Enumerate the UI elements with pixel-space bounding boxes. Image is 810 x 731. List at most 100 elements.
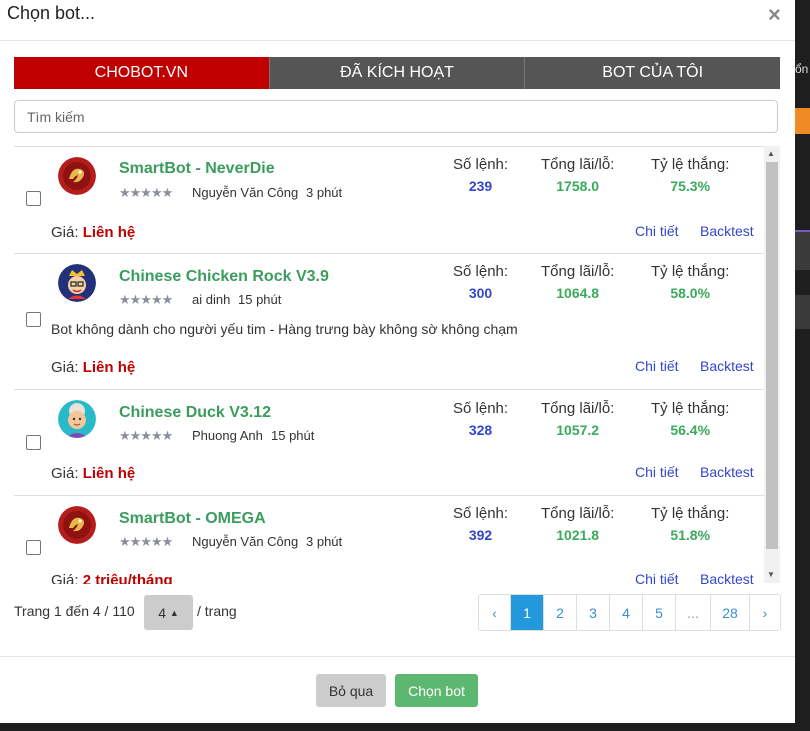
bot-price: Giá: Liên hệ: [51, 465, 135, 482]
bot-list-item[interactable]: SmartBot - NeverDie ★★★★★ Nguyễn Văn Côn…: [14, 147, 766, 254]
page-button[interactable]: 2: [543, 595, 576, 630]
background-orange-bar: [795, 108, 810, 134]
rating-stars: ★★★★★: [119, 185, 173, 200]
stat-winrate-value: 75.3%: [670, 178, 711, 194]
skip-button[interactable]: Bỏ qua: [316, 674, 386, 707]
backtest-link[interactable]: Backtest: [700, 358, 754, 374]
list-scrollbar[interactable]: ▲ ▼: [764, 146, 780, 583]
stat-winrate: Tỷ lệ thắng: 75.3%: [651, 156, 729, 194]
stat-orders-value: 392: [468, 527, 493, 543]
price-label: Giá:: [51, 359, 79, 376]
dragon-avatar: [58, 157, 96, 195]
close-icon[interactable]: ×: [768, 2, 781, 28]
search-input[interactable]: [14, 100, 778, 133]
backtest-link[interactable]: Backtest: [700, 571, 754, 584]
bot-list-item[interactable]: SmartBot - OMEGA ★★★★★ Nguyễn Văn Công 3…: [14, 496, 766, 584]
select-checkbox[interactable]: [26, 540, 41, 555]
stat-orders-value: 300: [468, 285, 493, 301]
rating-stars: ★★★★★: [119, 292, 173, 307]
price-label: Giá:: [51, 465, 79, 482]
header-divider: [0, 40, 795, 41]
king-avatar: [58, 264, 96, 302]
backtest-link[interactable]: Backtest: [700, 223, 754, 239]
modal-title: Chọn bot...: [7, 3, 96, 23]
bot-name[interactable]: Chinese Chicken Rock V3.9: [119, 268, 329, 286]
detail-link[interactable]: Chi tiết: [635, 358, 679, 374]
dragon-avatar: [58, 506, 96, 544]
select-checkbox[interactable]: [26, 435, 41, 450]
stat-winrate-value: 56.4%: [670, 422, 711, 438]
page-size-value: 4: [158, 604, 166, 621]
stat-pnl-value: 1057.2: [556, 422, 600, 438]
price-label: Giá:: [51, 572, 79, 584]
background-text: ổn: [795, 62, 809, 76]
stat-pnl: Tổng lãi/lỗ: 1021.8: [541, 505, 614, 543]
price-value: Liên hệ: [82, 224, 136, 241]
page-button[interactable]: 4: [609, 595, 642, 630]
select-checkbox[interactable]: [26, 191, 41, 206]
scroll-down-icon[interactable]: ▼: [767, 570, 775, 579]
stat-orders: Số lệnh: 328: [453, 400, 508, 438]
tab-activated[interactable]: ĐÃ KÍCH HOẠT: [268, 57, 525, 89]
bot-price: Giá: 2 triệu/tháng: [51, 572, 173, 584]
stat-winrate-label: Tỷ lệ thắng:: [651, 263, 730, 280]
stat-pnl-value: 1021.8: [556, 527, 600, 543]
tab-my-bots[interactable]: BOT CỦA TÔI: [524, 57, 781, 89]
stat-winrate-value: 58.0%: [670, 285, 711, 301]
page-button[interactable]: 1: [510, 595, 543, 630]
stat-orders: Số lệnh: 300: [453, 263, 508, 301]
choose-bot-modal: Chọn bot... × CHOBOT.VN ĐÃ KÍCH HOẠT BOT…: [0, 0, 795, 723]
next-page-button[interactable]: ›: [749, 595, 780, 630]
tab-bar: CHOBOT.VN ĐÃ KÍCH HOẠT BOT CỦA TÔI: [14, 57, 781, 89]
page-button[interactable]: 28: [710, 595, 749, 630]
bot-time: 3 phút: [306, 185, 343, 200]
bot-list-item[interactable]: Chinese Chicken Rock V3.9 ★★★★★ ai dinh …: [14, 254, 766, 390]
bot-time: 15 phút: [271, 428, 315, 443]
caret-up-icon: ▲: [169, 607, 179, 618]
backtest-link[interactable]: Backtest: [700, 464, 754, 480]
page-button[interactable]: 3: [576, 595, 609, 630]
bot-author: Nguyễn Văn Công: [192, 185, 299, 200]
stat-pnl-value: 1064.8: [556, 285, 600, 301]
page-size-unit: / trang: [197, 603, 237, 619]
stat-orders: Số lệnh: 392: [453, 505, 508, 543]
background-panel: [795, 295, 810, 329]
bot-name[interactable]: SmartBot - OMEGA: [119, 510, 266, 528]
pagination: ‹ 1 2 3 4 5... 28 ›: [478, 594, 781, 631]
stat-winrate-label: Tỷ lệ thắng:: [651, 400, 730, 417]
bot-author: Nguyễn Văn Công: [192, 534, 299, 549]
stat-orders-label: Số lệnh:: [453, 400, 509, 417]
bot-name[interactable]: Chinese Duck V3.12: [119, 404, 271, 422]
bot-author: Phuong Anh: [192, 428, 263, 443]
bot-time: 3 phút: [306, 534, 343, 549]
bot-description: Bot không dành cho người yếu tim - Hàng …: [51, 321, 518, 337]
stat-winrate: Tỷ lệ thắng: 51.8%: [651, 505, 729, 543]
rating-stars: ★★★★★: [119, 428, 173, 443]
rating-stars: ★★★★★: [119, 534, 173, 549]
page-size-select[interactable]: 4 ▲: [144, 595, 193, 630]
page-button[interactable]: 5: [642, 595, 675, 630]
stat-orders: Số lệnh: 239: [453, 156, 508, 194]
footer-divider: [0, 656, 795, 657]
stat-pnl: Tổng lãi/lỗ: 1064.8: [541, 263, 614, 301]
bot-name[interactable]: SmartBot - NeverDie: [119, 160, 275, 178]
scroll-up-icon[interactable]: ▲: [767, 149, 775, 158]
detail-link[interactable]: Chi tiết: [635, 464, 679, 480]
stat-winrate-label: Tỷ lệ thắng:: [651, 505, 730, 522]
choose-bot-button[interactable]: Chọn bot: [395, 674, 478, 707]
tab-chobot[interactable]: CHOBOT.VN: [14, 57, 269, 89]
select-checkbox[interactable]: [26, 312, 41, 327]
scrollbar-thumb[interactable]: [766, 162, 778, 549]
stat-orders-label: Số lệnh:: [453, 505, 509, 522]
prev-page-button[interactable]: ‹: [479, 595, 510, 630]
price-value: Liên hệ: [82, 465, 136, 482]
detail-link[interactable]: Chi tiết: [635, 571, 679, 584]
grandma-avatar: [58, 400, 96, 438]
detail-link[interactable]: Chi tiết: [635, 223, 679, 239]
stat-winrate-label: Tỷ lệ thắng:: [651, 156, 730, 173]
stat-winrate-value: 51.8%: [670, 527, 711, 543]
bot-time: 15 phút: [238, 292, 282, 307]
stat-pnl-label: Tổng lãi/lỗ:: [541, 400, 615, 417]
stat-winrate: Tỷ lệ thắng: 58.0%: [651, 263, 729, 301]
bot-list-item[interactable]: Chinese Duck V3.12 ★★★★★ Phuong Anh 15 p…: [14, 390, 766, 496]
